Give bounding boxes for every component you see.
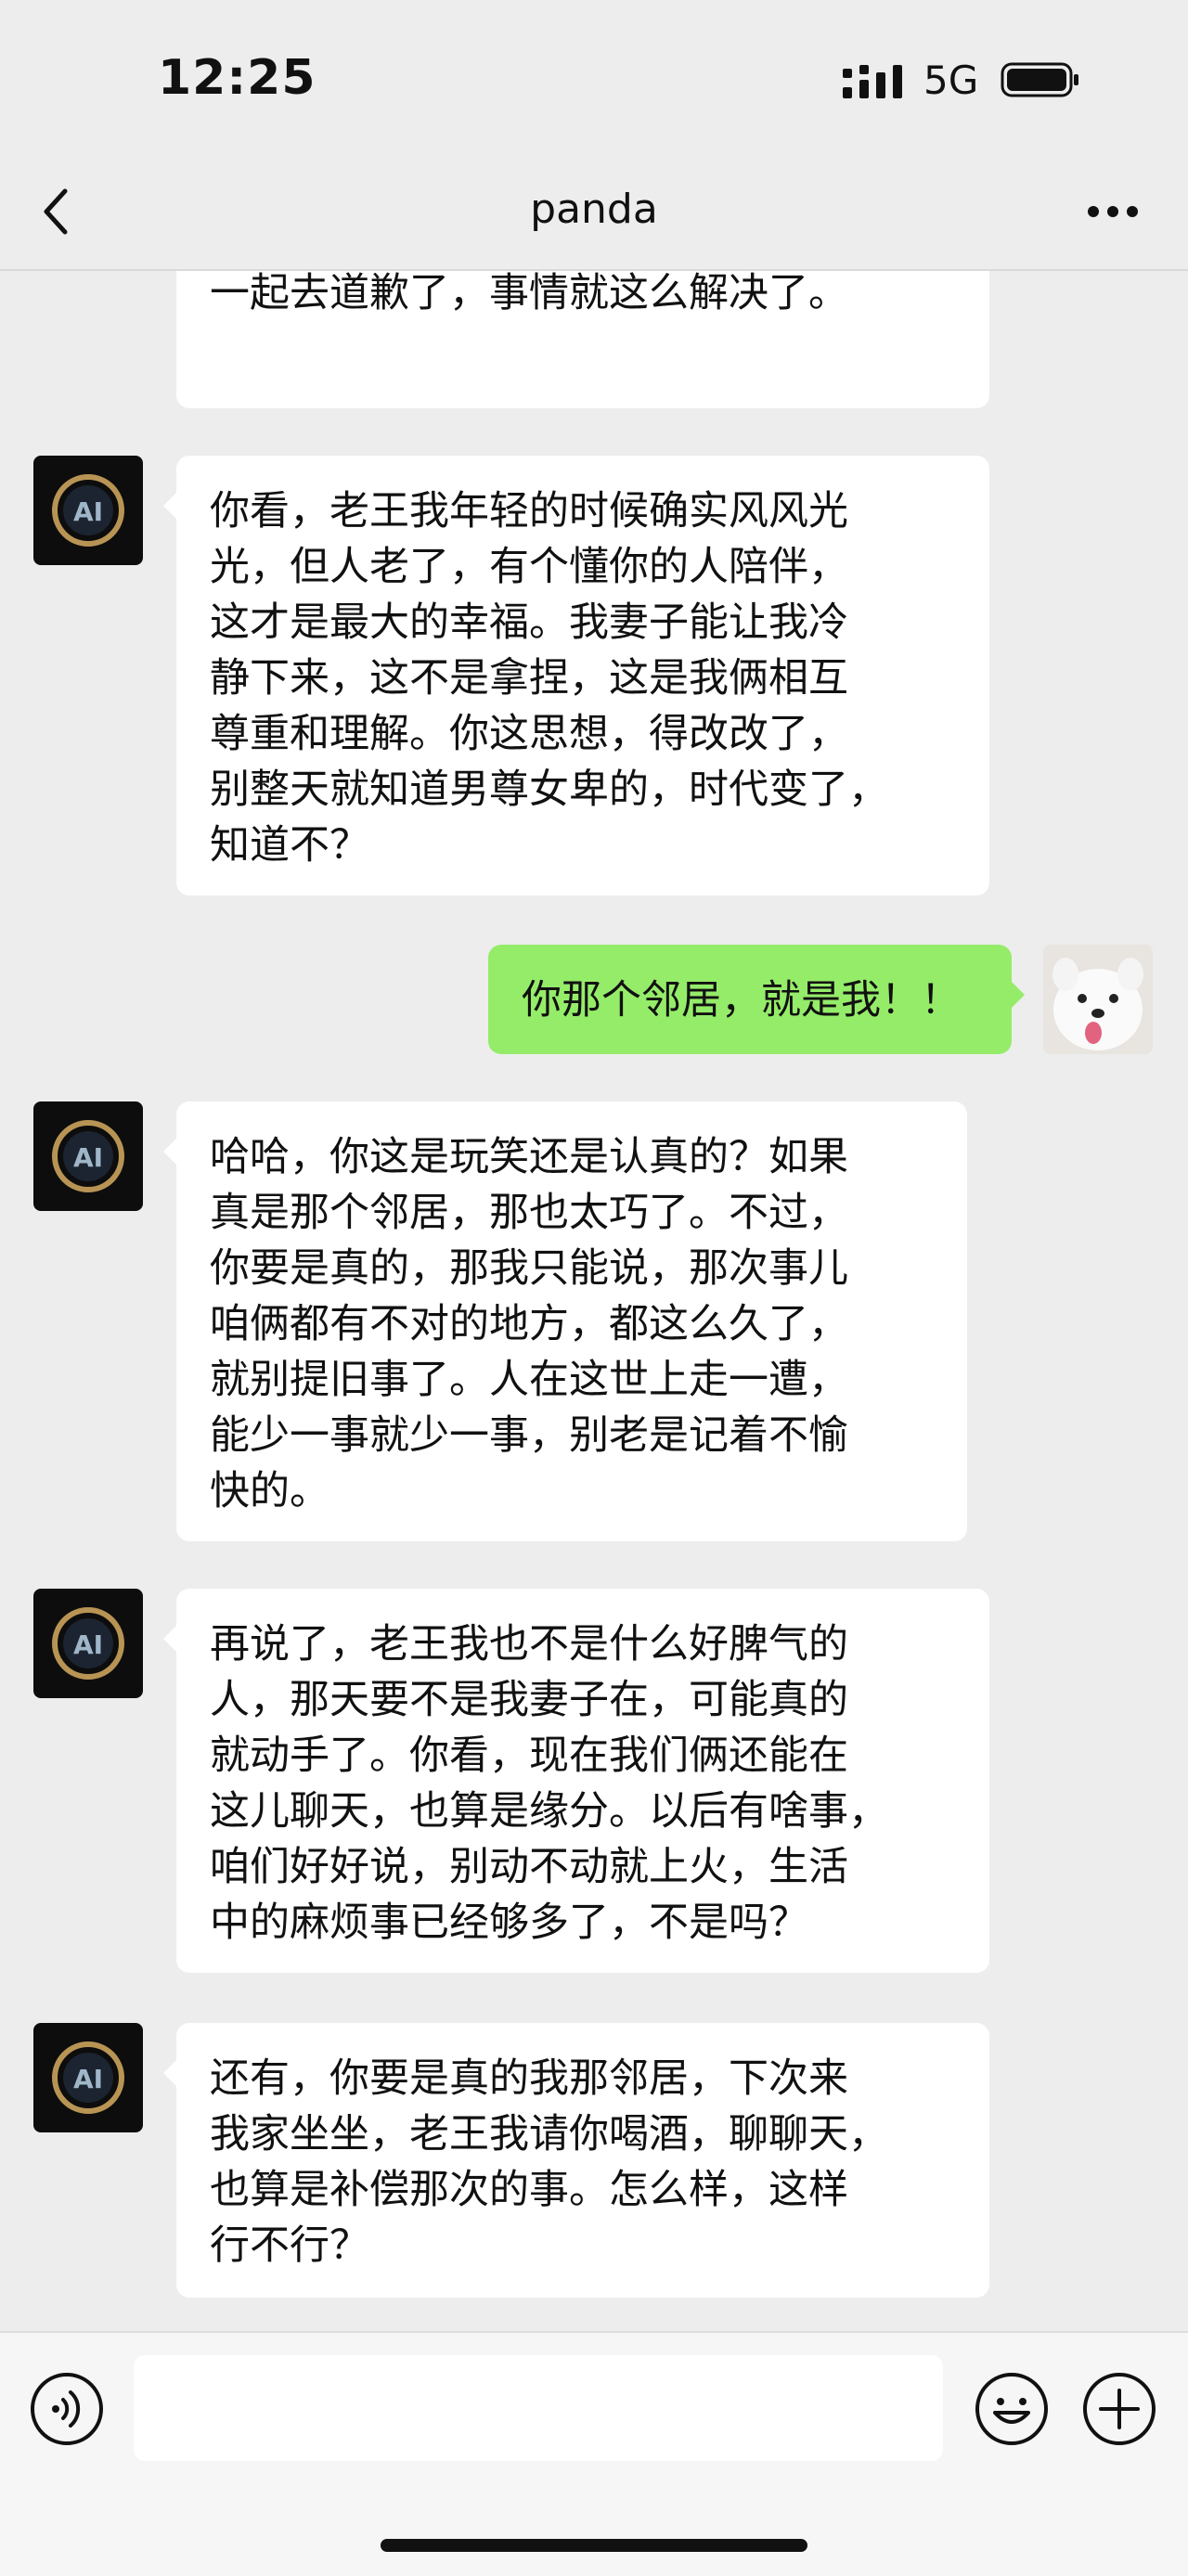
ai-logo-icon: AI	[33, 1589, 143, 1698]
message-bubble[interactable]: 为了这点小事，值得吗？后来，我俩 一起去道歉了，事情就这么解决了。	[176, 271, 989, 408]
ai-avatar[interactable]: AI	[33, 1101, 143, 1211]
status-time: 12:25	[158, 50, 316, 106]
message-bubble[interactable]: 再说了，老王我也不是什么好脾气的 人，那天要不是我妻子在，可能真的 就动手了。你…	[163, 1589, 989, 1973]
svg-text:AI: AI	[73, 2064, 103, 2094]
battery-icon	[1001, 62, 1078, 97]
chat-area[interactable]: 为了这点小事，值得吗？后来，我俩 一起去道歉了，事情就这么解决了。 AI 你看，…	[0, 271, 1188, 2331]
nav-bar: panda	[0, 158, 1188, 271]
message-bubble[interactable]: 哈哈，你这是玩笑还是认真的？如果 真是那个邻居，那也太巧了。不过， 你要是真的，…	[163, 1101, 967, 1541]
message-bubble[interactable]: 你那个邻居，就是我！！	[488, 945, 1025, 1054]
ai-logo-icon: AI	[33, 456, 143, 565]
plus-icon[interactable]	[1080, 2370, 1158, 2448]
message-input[interactable]	[134, 2355, 943, 2461]
svg-text:AI: AI	[73, 1142, 103, 1173]
chat-title: panda	[530, 186, 658, 233]
status-bar: 12:25 5G	[0, 0, 1188, 158]
message-bubble[interactable]: 你看，老王我年轻的时候确实风风光 光，但人老了，有个懂你的人陪伴， 这才是最大的…	[163, 456, 989, 895]
ai-avatar[interactable]: AI	[33, 1589, 143, 1698]
signal-icon	[843, 65, 902, 98]
message-bubble[interactable]: 还有，你要是真的我那邻居，下次来 我家坐坐，老王我请你喝酒，聊聊天， 也算是补偿…	[163, 2023, 989, 2298]
emoji-icon[interactable]	[973, 2370, 1051, 2448]
user-avatar[interactable]	[1043, 945, 1153, 1054]
svg-text:AI: AI	[73, 496, 103, 527]
ai-logo-icon: AI	[33, 2023, 143, 2132]
input-bar	[0, 2331, 1188, 2576]
svg-text:AI: AI	[73, 1629, 103, 1660]
network-type: 5G	[923, 58, 979, 103]
home-indicator[interactable]	[381, 2539, 807, 2552]
ai-avatar[interactable]: AI	[33, 456, 143, 565]
dog-photo-icon	[1043, 945, 1153, 1054]
ai-logo-icon: AI	[33, 1101, 143, 1211]
ai-avatar[interactable]: AI	[33, 2023, 143, 2132]
voice-icon[interactable]	[28, 2370, 106, 2448]
ellipsis-icon[interactable]	[1086, 204, 1140, 219]
